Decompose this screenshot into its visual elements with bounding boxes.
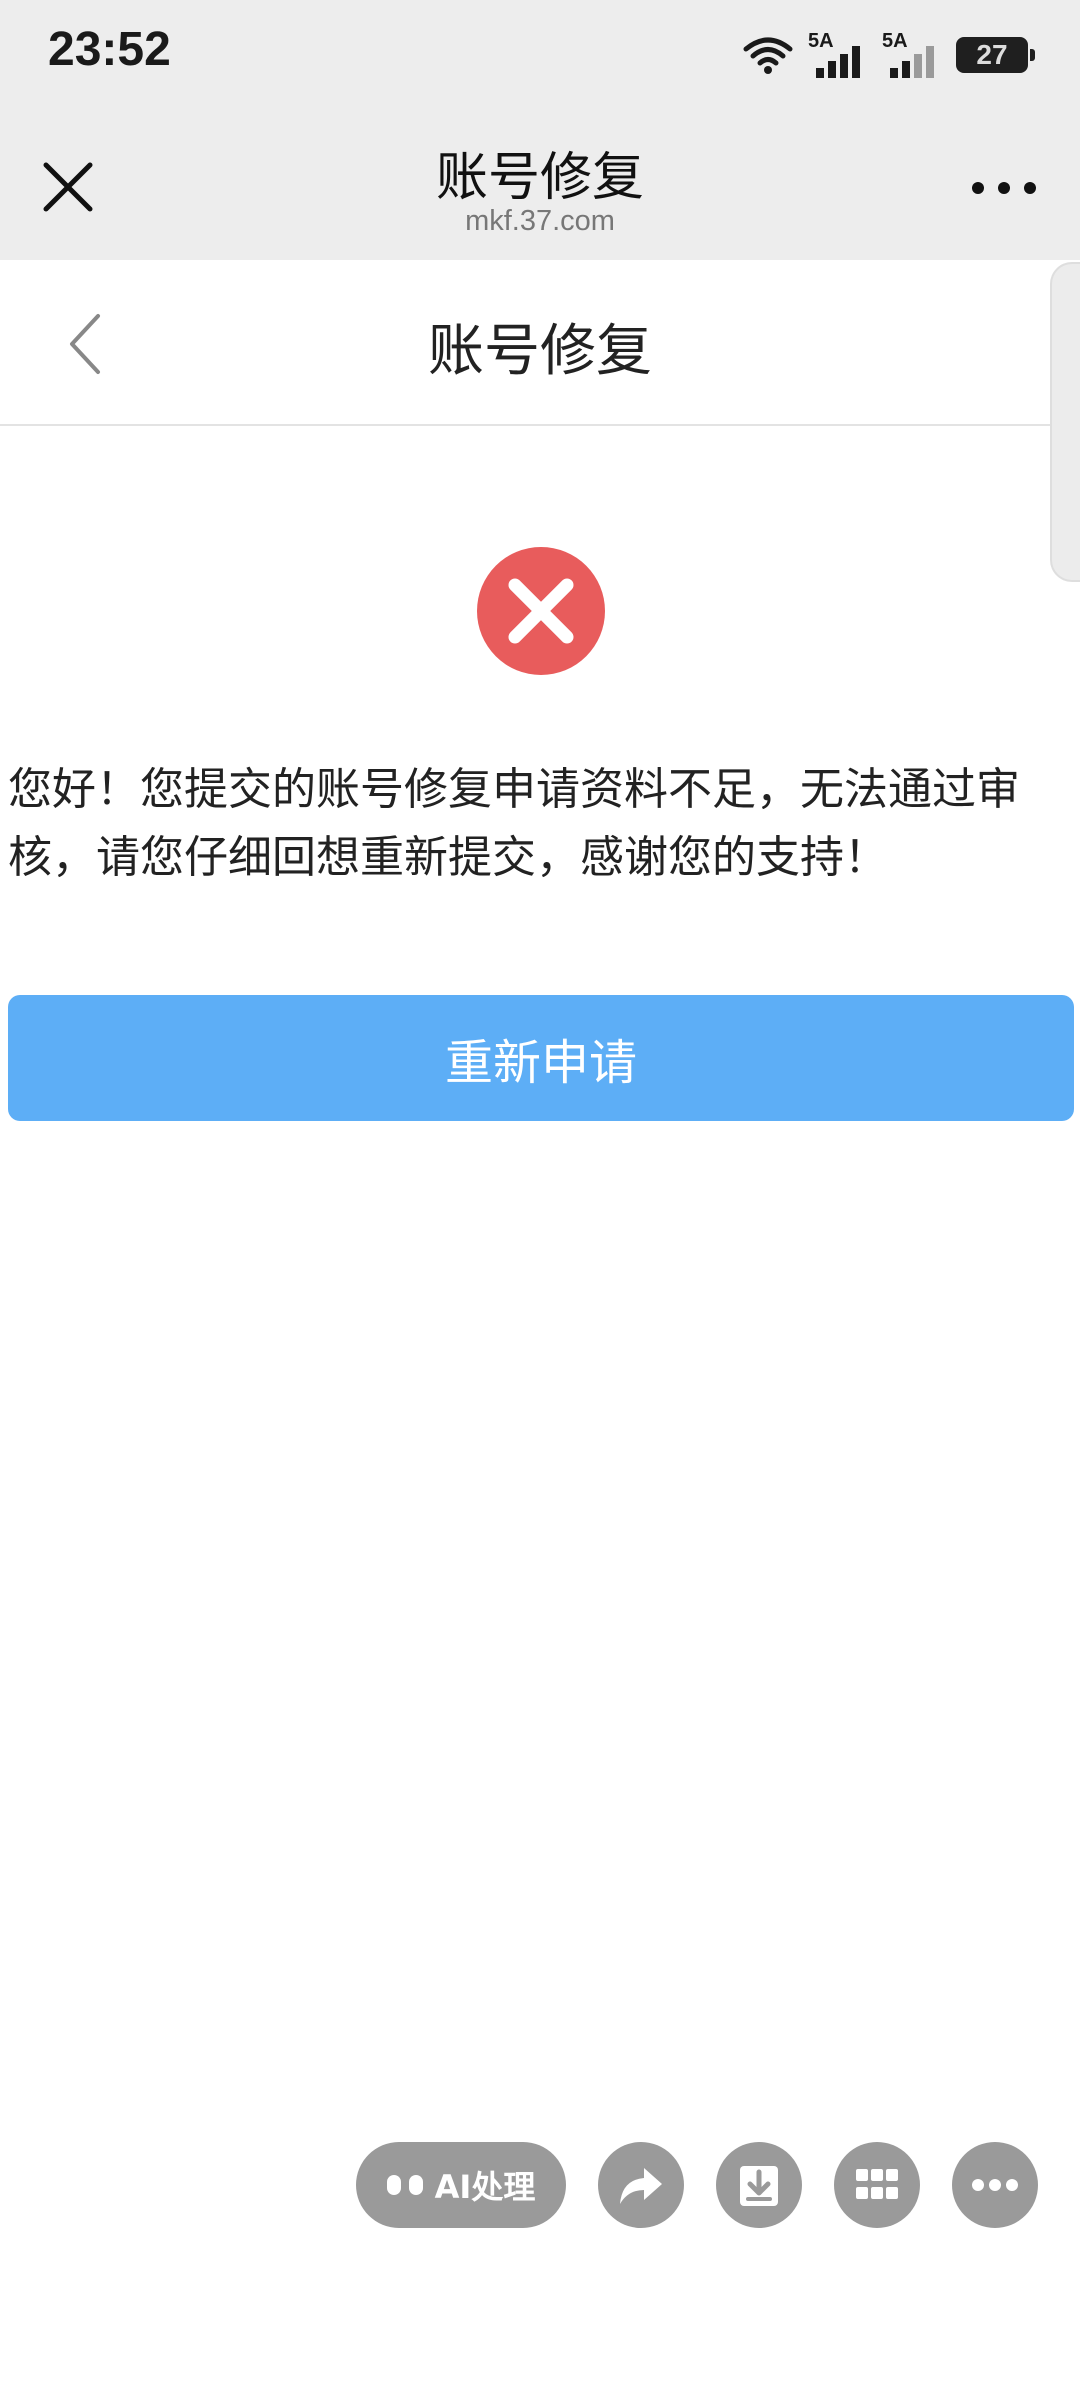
ai-process-label: AI处理 [434, 2168, 536, 2206]
result-message: 您好！您提交的账号修复申请资料不足，无法通过审核，请您仔细回想重新提交，感谢您的… [8, 764, 1020, 883]
more-button[interactable] [964, 163, 1044, 213]
download-icon [740, 2166, 778, 2206]
status-bar: 23:52 5A 5A 27 [0, 0, 1080, 115]
page-title: 账号修复 [428, 319, 652, 384]
browser-bar: 账号修复 mkf.37.com [0, 115, 1080, 260]
signal-icon: 5A [808, 30, 868, 78]
status-icons: 5A 5A 27 [742, 30, 1035, 80]
battery-level: 27 [976, 39, 1008, 70]
more-options-button[interactable] [952, 2142, 1038, 2228]
ai-icon [386, 2175, 423, 2195]
wifi-icon [743, 37, 793, 74]
side-drawer-handle[interactable] [1050, 262, 1080, 582]
ai-process-button[interactable]: AI处理 [356, 2142, 566, 2228]
floating-toolbar: AI处理 [356, 2142, 1038, 2228]
more-icon [972, 2179, 1018, 2191]
status-time: 23:52 [48, 23, 171, 76]
apps-button[interactable] [834, 2142, 920, 2228]
battery-icon: 27 [956, 37, 1035, 73]
page-header: 账号修复 [0, 260, 1080, 426]
reapply-button[interactable]: 重新申请 [8, 995, 1074, 1121]
more-icon [972, 182, 1036, 194]
browser-title: 账号修复 [435, 148, 644, 208]
browser-url: mkf.37.com [465, 205, 615, 237]
signal-icon: 5A [882, 30, 942, 78]
share-button[interactable] [598, 2142, 684, 2228]
error-icon [475, 545, 607, 677]
download-button[interactable] [716, 2142, 802, 2228]
share-icon [620, 2168, 662, 2204]
apps-icon [856, 2169, 898, 2199]
